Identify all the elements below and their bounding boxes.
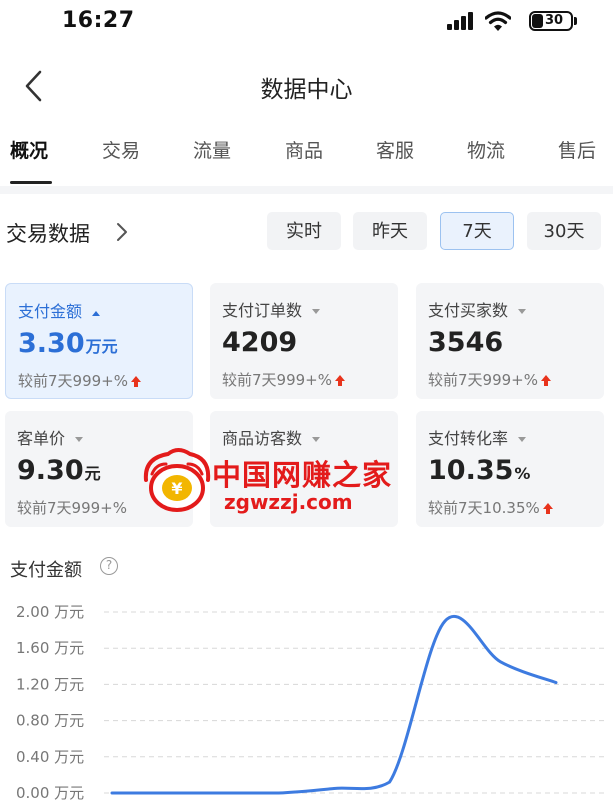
metric-label-row: 商品访客数 bbox=[222, 425, 321, 449]
signal-icon bbox=[447, 12, 477, 30]
metric-label: 支付买家数 bbox=[428, 301, 509, 320]
series-line bbox=[110, 614, 558, 795]
metric-card-conversion-rate[interactable]: 支付转化率 10.35% 较前7天10.35% bbox=[416, 411, 604, 527]
caret-down-icon bbox=[312, 308, 321, 314]
range-realtime-button[interactable]: 实时 bbox=[267, 212, 341, 250]
metric-compare-row: 较前7天10.35% bbox=[428, 497, 554, 518]
caret-up-icon bbox=[92, 310, 101, 316]
tab-customer-service[interactable]: 客服 bbox=[376, 136, 414, 163]
metric-value: 3.30 bbox=[18, 328, 85, 359]
metric-label: 商品访客数 bbox=[222, 429, 303, 448]
metric-compare-row: 较前7天999+% bbox=[428, 369, 552, 390]
chevron-right-icon[interactable] bbox=[114, 221, 130, 243]
tab-after-sales[interactable]: 售后 bbox=[558, 136, 596, 163]
battery-level: 30 bbox=[544, 13, 564, 28]
tab-logistics[interactable]: 物流 bbox=[467, 136, 505, 163]
trend-up-icon bbox=[541, 375, 551, 386]
range-30days-button[interactable]: 30天 bbox=[527, 212, 601, 250]
metric-card-buyer-count[interactable]: 支付买家数 3546 较前7天999+% bbox=[416, 283, 604, 399]
y-tick-label: 1.20 万元 bbox=[16, 675, 84, 693]
trend-up-icon bbox=[335, 375, 345, 386]
metric-value: 3546 bbox=[428, 327, 504, 358]
metric-compare: 较前7天999+% bbox=[222, 371, 332, 389]
metric-unit: % bbox=[514, 464, 531, 483]
metric-label-row: 支付金额 bbox=[18, 298, 101, 322]
metric-value: 4209 bbox=[222, 327, 298, 358]
range-yesterday-button[interactable]: 昨天 bbox=[353, 212, 427, 250]
metric-card-payment-amount[interactable]: 支付金额 3.30万元 较前7天999+% bbox=[5, 283, 193, 399]
metric-unit: 元 bbox=[84, 464, 101, 483]
metric-compare-row: 较前7天999+% bbox=[18, 370, 142, 391]
caret-down-icon bbox=[518, 308, 527, 314]
status-bar: 16:27 30 bbox=[0, 0, 613, 44]
y-tick-label: 0.40 万元 bbox=[16, 748, 84, 766]
metric-compare: 较前7天10.35% bbox=[428, 499, 540, 517]
metric-value-row: 10.35% bbox=[428, 455, 530, 486]
tab-bar: 概况 交易 流量 商品 客服 物流 售后 bbox=[0, 136, 613, 180]
metric-label: 客单价 bbox=[17, 429, 66, 448]
help-icon[interactable]: ? bbox=[100, 557, 118, 575]
page-title: 数据中心 bbox=[260, 77, 353, 103]
metric-unit: 万元 bbox=[85, 337, 118, 356]
battery-cap bbox=[574, 17, 577, 25]
divider bbox=[0, 186, 613, 194]
metric-label: 支付订单数 bbox=[222, 301, 303, 320]
metric-card-product-visitors[interactable]: 商品访客数 bbox=[210, 411, 398, 527]
battery-icon: 30 bbox=[529, 11, 573, 31]
metric-label: 支付转化率 bbox=[428, 429, 509, 448]
y-tick-label: 1.60 万元 bbox=[16, 639, 84, 657]
y-tick-label: 0.00 万元 bbox=[16, 784, 84, 800]
y-tick-label: 2.00 万元 bbox=[16, 603, 84, 621]
metric-value-row: 9.30元 bbox=[17, 455, 101, 486]
metric-card-order-count[interactable]: 支付订单数 4209 较前7天999+% bbox=[210, 283, 398, 399]
range-7days-button[interactable]: 7天 bbox=[440, 212, 514, 250]
caret-down-icon bbox=[518, 436, 527, 442]
payment-amount-chart: 2.00 万元 1.60 万元 1.20 万元 0.80 万元 0.40 万元 0.00 … bbox=[16, 603, 606, 800]
metric-label-row: 支付买家数 bbox=[428, 297, 527, 321]
tab-trade[interactable]: 交易 bbox=[102, 136, 140, 163]
tab-products[interactable]: 商品 bbox=[285, 136, 323, 163]
metric-label-row: 支付转化率 bbox=[428, 425, 527, 449]
metric-label-row: 支付订单数 bbox=[222, 297, 321, 321]
metric-label: 支付金额 bbox=[18, 302, 83, 321]
metric-label-row: 客单价 bbox=[17, 425, 84, 449]
metric-compare-row: 较前7天999+% bbox=[222, 369, 346, 390]
trend-up-icon bbox=[542, 503, 553, 514]
tab-overview[interactable]: 概况 bbox=[10, 136, 48, 163]
caret-down-icon bbox=[312, 436, 321, 442]
chart-title: 支付金额 bbox=[10, 560, 82, 581]
tab-traffic[interactable]: 流量 bbox=[193, 136, 231, 163]
metric-compare: 较前7天999+% bbox=[18, 372, 128, 390]
metric-compare: 较前7天999+% bbox=[17, 499, 127, 517]
y-tick-label: 0.80 万元 bbox=[16, 712, 84, 730]
metric-value: 9.30 bbox=[17, 455, 84, 486]
metric-card-avg-order-value[interactable]: 客单价 9.30元 较前7天999+% bbox=[5, 411, 193, 527]
trade-data-title[interactable]: 交易数据 bbox=[6, 218, 90, 248]
metric-value-row: 3.30万元 bbox=[18, 328, 118, 359]
active-tab-indicator bbox=[10, 181, 52, 184]
status-time: 16:27 bbox=[62, 8, 135, 33]
metric-value: 10.35 bbox=[428, 455, 514, 486]
caret-down-icon bbox=[75, 436, 84, 442]
trend-up-icon bbox=[131, 376, 141, 387]
wifi-icon bbox=[485, 11, 511, 31]
metric-compare: 较前7天999+% bbox=[428, 371, 538, 389]
